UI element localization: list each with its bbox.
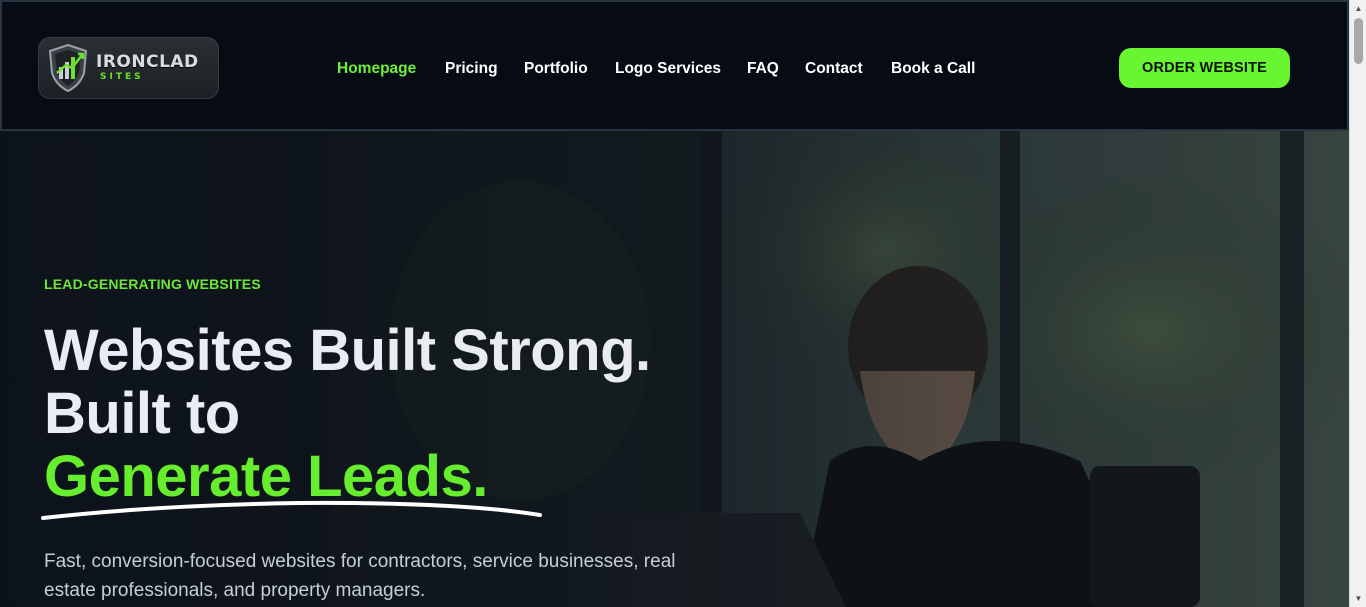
order-website-button[interactable]: ORDER WEBSITE bbox=[1119, 48, 1290, 88]
browser-viewport: IRONCLAD SITES Homepage Pricing Portfoli… bbox=[0, 0, 1366, 607]
nav-homepage[interactable]: Homepage bbox=[337, 58, 416, 80]
page-scrollbar[interactable]: ▲ ▼ bbox=[1349, 0, 1366, 607]
hero-section: LEAD-GENERATING WEBSITES Websites Built … bbox=[0, 131, 1349, 607]
scroll-up-arrow-icon[interactable]: ▲ bbox=[1350, 0, 1366, 17]
shield-logo-icon bbox=[48, 43, 88, 93]
nav-pricing[interactable]: Pricing bbox=[445, 58, 498, 80]
logo-wordmark: IRONCLAD bbox=[96, 52, 199, 72]
hero-subtext: Fast, conversion-focused websites for co… bbox=[44, 551, 676, 601]
scroll-down-arrow-icon[interactable]: ▼ bbox=[1350, 590, 1366, 607]
hero-eyebrow: LEAD-GENERATING WEBSITES bbox=[44, 276, 261, 292]
nav-portfolio[interactable]: Portfolio bbox=[524, 58, 588, 80]
hero-headline: Websites Built Strong. Built to Generate… bbox=[44, 319, 651, 508]
brand-logo[interactable]: IRONCLAD SITES bbox=[38, 37, 219, 99]
scroll-thumb[interactable] bbox=[1354, 18, 1363, 64]
nav-logo-services[interactable]: Logo Services bbox=[615, 58, 721, 80]
nav-contact[interactable]: Contact bbox=[805, 58, 863, 80]
headline-line-2: Built to bbox=[44, 381, 240, 446]
nav-faq[interactable]: FAQ bbox=[747, 58, 779, 80]
headline-line-1: Websites Built Strong. bbox=[44, 318, 651, 383]
site-header: IRONCLAD SITES Homepage Pricing Portfoli… bbox=[0, 0, 1349, 131]
headline-underline-swoosh bbox=[41, 500, 542, 520]
logo-subword: SITES bbox=[100, 72, 144, 82]
nav-book-a-call[interactable]: Book a Call bbox=[891, 58, 975, 80]
